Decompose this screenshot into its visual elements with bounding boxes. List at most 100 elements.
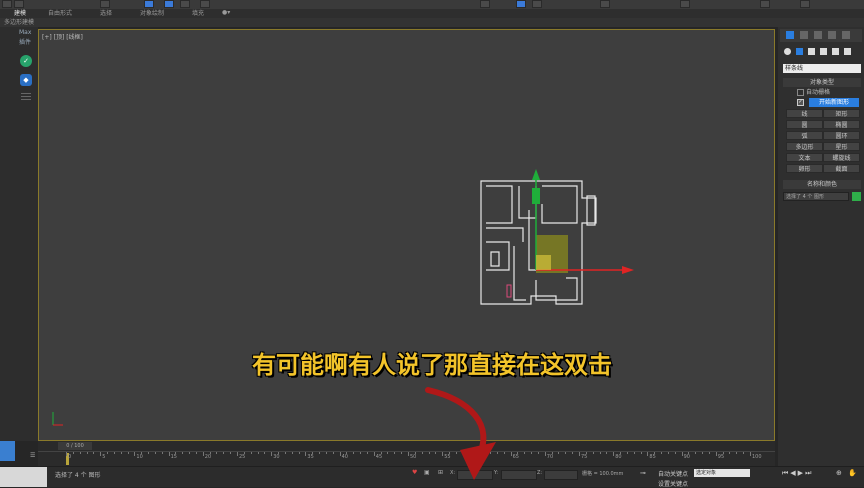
track-minor-tick (620, 452, 622, 454)
plugin-green-icon[interactable]: ✓ (20, 55, 32, 67)
track-minor-tick (216, 452, 218, 454)
start-new-shape-button[interactable]: 开始新图形 (809, 98, 859, 107)
undo-icon[interactable] (2, 0, 12, 8)
track-minor-tick (154, 452, 156, 454)
track-minor-tick (599, 452, 601, 454)
command-panel: 样条线 对象类型 自动栅格 ✓ 开始新图形 线 矩形 圆 椭圆 弧 圆环 多边形… (778, 27, 864, 486)
circle-button[interactable]: 圆 (786, 120, 823, 129)
tab-freeform[interactable]: 自由形式 (48, 10, 72, 17)
start-new-shape-checkbox[interactable]: ✓ (797, 99, 804, 106)
playback-controls[interactable]: ⏮◀▶⏭ (782, 469, 813, 478)
shape-type-dropdown[interactable]: 样条线 (783, 64, 861, 73)
track-minor-tick (606, 452, 608, 454)
tab-object-paint[interactable]: 对象绘制 (140, 10, 164, 17)
menu-icon[interactable] (21, 93, 31, 94)
track-minor-tick (291, 452, 293, 454)
create-tab-icon[interactable] (786, 31, 794, 39)
name-color-rollout[interactable]: 名称和颜色 (783, 180, 861, 189)
start-new-shape-row: ✓ 开始新图形 (783, 98, 861, 107)
track-minor-tick (380, 452, 382, 454)
material-editor-icon[interactable] (680, 0, 690, 8)
helpers-icon[interactable] (832, 48, 839, 55)
track-tick (237, 452, 238, 456)
track-minor-tick (182, 452, 184, 454)
key-filter-dropdown[interactable]: 选定对象 (694, 469, 750, 477)
lights-icon[interactable] (808, 48, 815, 55)
section-button[interactable]: 截面 (823, 164, 860, 173)
tab-populate[interactable]: 填充 (192, 10, 204, 17)
donut-button[interactable]: 圆环 (823, 131, 860, 140)
track-minor-tick (230, 452, 232, 454)
key-icon[interactable]: ⊸ (640, 469, 646, 477)
nav-zoom-icon[interactable]: ⊕ (836, 469, 842, 477)
render-setup-icon[interactable] (760, 0, 770, 8)
gizmo-y-handle (532, 188, 540, 204)
maxscript-listener[interactable] (0, 467, 47, 487)
set-key-button[interactable]: 设置关键点 (658, 479, 688, 488)
track-minor-tick (633, 452, 635, 454)
cameras-icon[interactable] (820, 48, 827, 55)
track-tick (613, 452, 615, 456)
track-minor-tick (736, 452, 738, 454)
geometry-icon[interactable] (784, 48, 791, 55)
select-link-icon[interactable] (100, 0, 110, 8)
track-minor-tick (524, 452, 526, 454)
auto-grid-checkbox[interactable] (797, 89, 804, 96)
mirror-icon[interactable] (600, 0, 610, 8)
display-tab-icon[interactable] (842, 31, 850, 39)
track-tick (339, 452, 341, 456)
helix-button[interactable]: 螺旋线 (823, 153, 860, 162)
z-coord-field[interactable] (544, 470, 578, 480)
track-tick (202, 452, 204, 456)
hierarchy-tab-icon[interactable] (814, 31, 822, 39)
redo-icon[interactable] (14, 0, 24, 8)
track-minor-tick (640, 452, 642, 454)
modify-tab-icon[interactable] (800, 31, 808, 39)
rectangle-button[interactable]: 矩形 (823, 109, 860, 118)
angle-snap-icon[interactable] (516, 0, 526, 8)
track-minor-tick (551, 452, 553, 454)
tab-selection[interactable]: 选择 (100, 10, 112, 17)
track-minor-tick (298, 452, 300, 454)
text-button[interactable]: 文本 (786, 153, 823, 162)
track-minor-tick (250, 452, 252, 454)
select-scale-icon[interactable] (200, 0, 210, 8)
spacewarps-icon[interactable] (844, 48, 851, 55)
time-slider-thumb[interactable]: 0 / 100 (58, 442, 92, 450)
tab-modeling[interactable]: 建模 (14, 10, 26, 17)
auto-key-button[interactable]: 自动关键点 (658, 469, 688, 478)
shield-icon[interactable]: ◆ (20, 74, 32, 86)
star-button[interactable]: 星形 (823, 142, 860, 151)
gizmo-x-arrow (622, 266, 634, 274)
percent-snap-icon[interactable] (532, 0, 542, 8)
ribbon-toggle-icon[interactable]: ●▾ (222, 9, 230, 16)
arc-button[interactable]: 弧 (786, 131, 823, 140)
polygon-modeling-label[interactable]: 多边形建模 (4, 19, 34, 26)
render-icon[interactable] (800, 0, 810, 8)
command-tabs (780, 29, 862, 42)
line-button[interactable]: 线 (786, 109, 823, 118)
ellipse-button[interactable]: 椭圆 (823, 120, 860, 129)
nav-pan-icon[interactable]: ✋ (848, 469, 857, 477)
object-name-field[interactable]: 选择了 4 个 图形 (783, 192, 849, 201)
left-blue-tab[interactable] (0, 441, 15, 461)
track-tick (579, 452, 580, 456)
track-tick-label: 100 (752, 454, 762, 460)
track-tick (681, 452, 683, 456)
door-mark (506, 284, 512, 298)
select-object-icon[interactable] (144, 0, 154, 8)
track-minor-tick (284, 452, 286, 454)
object-type-rollout[interactable]: 对象类型 (783, 78, 861, 87)
key-mode-icon[interactable]: ☰ (30, 452, 35, 459)
ngon-button[interactable]: 多边形 (786, 142, 823, 151)
object-color-swatch[interactable] (852, 192, 861, 201)
motion-tab-icon[interactable] (828, 31, 836, 39)
shapes-icon[interactable] (796, 48, 803, 55)
snap-toggle-icon[interactable] (480, 0, 490, 8)
select-rotate-icon[interactable] (180, 0, 190, 8)
track-minor-tick (257, 452, 259, 454)
track-minor-tick (209, 452, 211, 454)
create-category-icons (782, 47, 860, 57)
egg-button[interactable]: 卵形 (786, 164, 823, 173)
select-move-icon[interactable] (164, 0, 174, 8)
